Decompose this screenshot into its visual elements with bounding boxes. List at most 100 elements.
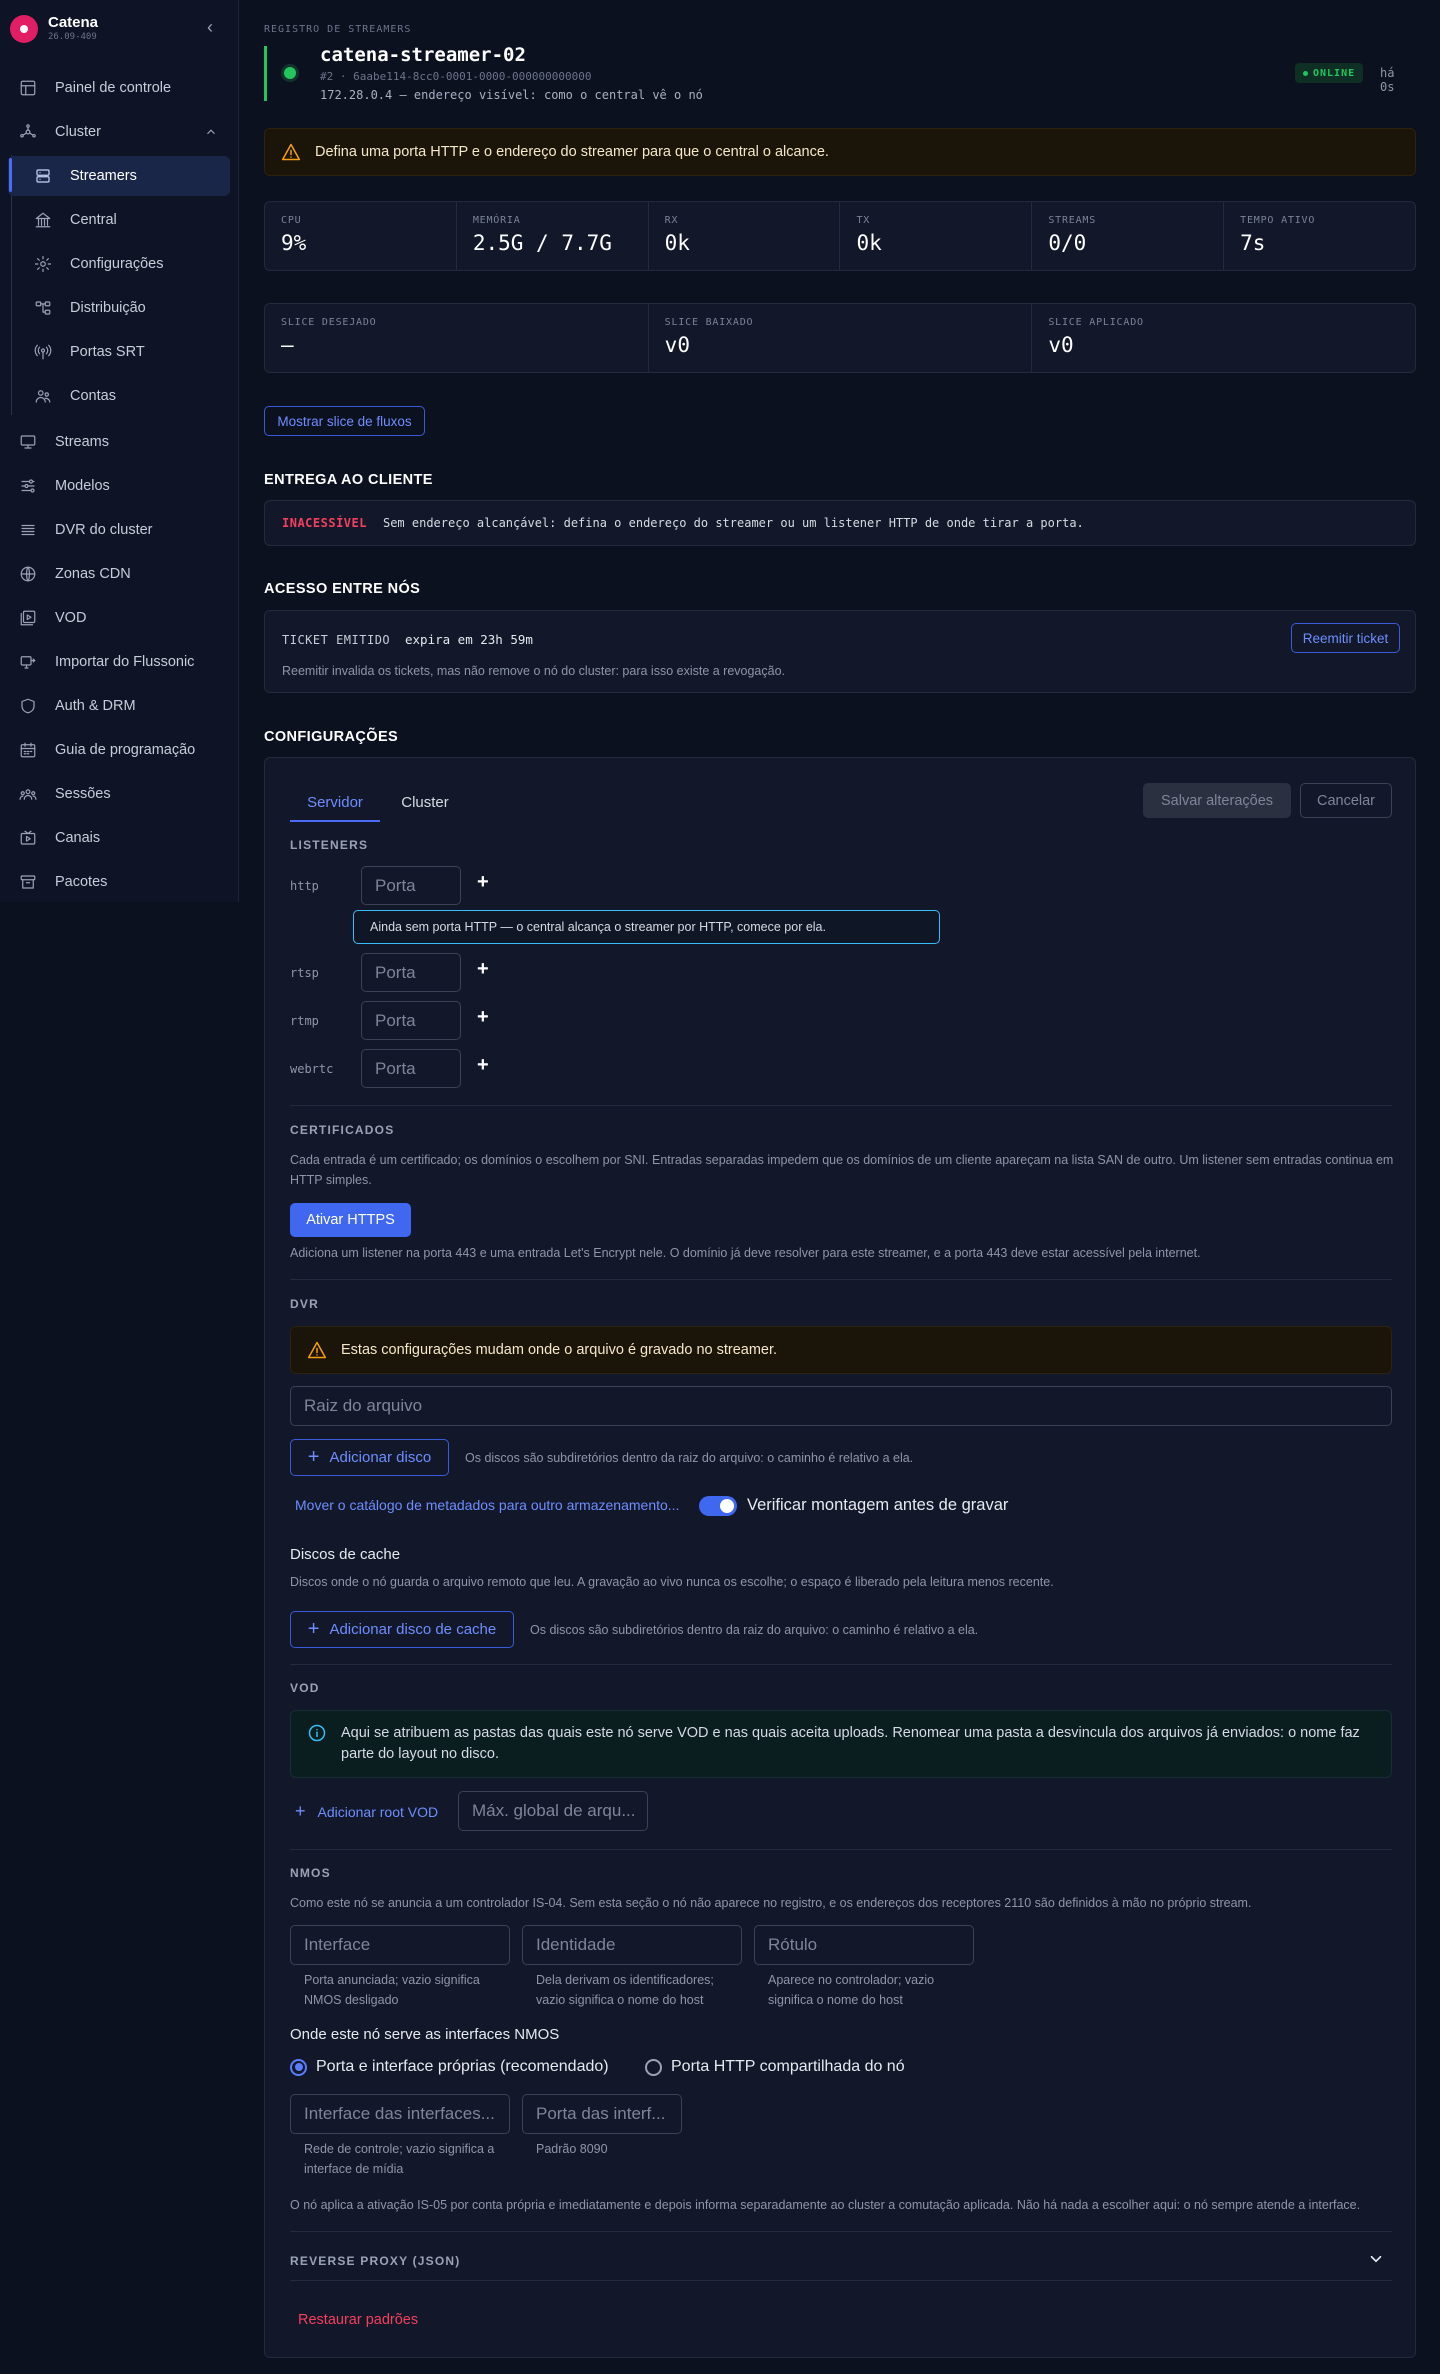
nav-distribuicao[interactable]: Distribuição [8, 288, 230, 328]
nmos-interface-input[interactable]: Interface [290, 1925, 510, 1965]
listener-http-label: http [290, 879, 319, 893]
nmos-title: NMOS [290, 1866, 331, 1880]
nav-label: Cluster [55, 124, 101, 140]
users-icon [19, 785, 37, 803]
slice-value: v0 [664, 333, 690, 357]
rtmp-port-input[interactable]: Porta [361, 1001, 461, 1040]
stat-label: STREAMS [1048, 215, 1097, 226]
import-icon [19, 653, 37, 671]
stat-label: CPU [281, 215, 302, 226]
nav-label: Canais [55, 830, 101, 846]
nav-label: Painel de controle [55, 80, 172, 96]
access-title: ACESSO ENTRE NÓS [264, 581, 421, 597]
nav-label: Portas SRT [70, 344, 145, 360]
show-slice-button[interactable]: Mostrar slice de fluxos [264, 406, 425, 436]
nmos-serve-title: Onde este nó serve as interfaces NMOS [290, 2026, 560, 2043]
nav-auth[interactable]: Auth & DRM [8, 686, 230, 726]
building-icon [34, 211, 52, 229]
nav-streamers[interactable]: Streamers [8, 156, 230, 196]
webrtc-port-input[interactable]: Porta [361, 1049, 461, 1088]
reverse-proxy-title[interactable]: REVERSE PROXY (JSON) [290, 2254, 460, 2268]
dvr-warning-text: Estas configurações mudam onde o arquivo… [341, 1342, 778, 1358]
channel-icon [19, 829, 37, 847]
nav-canais[interactable]: Canais [8, 818, 230, 858]
add-http-port-icon[interactable]: + [477, 871, 489, 894]
nav-cluster[interactable]: Cluster [8, 112, 230, 152]
nav-modelos[interactable]: Modelos [8, 466, 230, 506]
divider [290, 1105, 1392, 1106]
add-disk-label: Adicionar disco [329, 1449, 432, 1466]
divider [290, 2231, 1392, 2232]
add-vod-root-label: Adicionar root VOD [317, 1803, 439, 1820]
save-button[interactable]: Salvar alterações [1143, 783, 1291, 818]
archive-root-input[interactable]: Raiz do arquivo [290, 1386, 1392, 1426]
delivery-card: INACESSÍVEL Sem endereço alcançável: def… [264, 500, 1416, 546]
brand[interactable]: Catena 26.09-409 [10, 12, 98, 46]
vod-info-text: Aqui se atribuem as pastas das quais est… [341, 1725, 1360, 1762]
radio-shared-port[interactable]: Porta HTTP compartilhada do nó [645, 2058, 905, 2076]
stat-rx: RX 0k [649, 202, 841, 270]
nav-label: Pacotes [55, 874, 108, 890]
nav-vod[interactable]: VOD [8, 598, 230, 638]
page-eyebrow: REGISTRO DE STREAMERS [264, 24, 412, 35]
nav-streams[interactable]: Streams [8, 422, 230, 462]
listener-webrtc-label: webrtc [290, 1062, 334, 1076]
chevron-down-icon[interactable] [1367, 2250, 1385, 2268]
nav-label: Streamers [70, 168, 137, 184]
tab-servidor[interactable]: Servidor [290, 790, 380, 822]
cancel-button[interactable]: Cancelar [1300, 783, 1392, 818]
nav-sessoes[interactable]: Sessões [8, 774, 230, 814]
add-rtmp-port-icon[interactable]: + [477, 1006, 489, 1029]
tab-cluster[interactable]: Cluster [380, 790, 470, 822]
nav-portas-srt[interactable]: Portas SRT [8, 332, 230, 372]
warning-icon [307, 1341, 327, 1359]
nav-pacotes[interactable]: Pacotes [8, 862, 230, 902]
add-rtsp-port-icon[interactable]: + [477, 958, 489, 981]
add-disk-button[interactable]: + Adicionar disco [290, 1439, 449, 1476]
sidebar: Catena 26.09-409 ‹ Painel de controle Cl… [0, 0, 239, 902]
reissue-ticket-button[interactable]: Reemitir ticket [1291, 623, 1400, 653]
nmos-iface-input[interactable]: Interface das interfaces... [290, 2094, 510, 2134]
nmos-interface-help: Porta anunciada; vazio significa NMOS de… [304, 1973, 480, 2007]
status-badge-text: ONLINE [1313, 67, 1356, 79]
nav-central[interactable]: Central [8, 200, 230, 240]
stat-value: 9% [281, 231, 307, 255]
restore-defaults-button[interactable]: Restaurar padrões [298, 2312, 418, 2328]
add-cache-disk-button[interactable]: + Adicionar disco de cache [290, 1611, 514, 1648]
nmos-port-input[interactable]: Porta das interf... [522, 2094, 682, 2134]
rtsp-port-input[interactable]: Porta [361, 953, 461, 992]
verify-mount-toggle[interactable] [699, 1496, 737, 1516]
nav-configuracoes[interactable]: Configurações [8, 244, 230, 284]
nav-dvr[interactable]: DVR do cluster [8, 510, 230, 550]
collapse-sidebar-icon[interactable]: ‹ [200, 18, 220, 38]
nav-contas[interactable]: Contas [8, 376, 230, 416]
warning-text: Defina uma porta HTTP e o endereço do st… [315, 144, 829, 160]
nmos-identity-input[interactable]: Identidade [522, 1925, 742, 1965]
slice-value: — [281, 333, 294, 357]
nav-cdn[interactable]: Zonas CDN [8, 554, 230, 594]
nmos-label-input[interactable]: Rótulo [754, 1925, 974, 1965]
vod-max-input[interactable]: Máx. global de arqu... [458, 1791, 648, 1831]
nav-dashboard[interactable]: Painel de controle [8, 68, 230, 108]
brand-name: Catena [48, 14, 99, 31]
nav-label: Streams [55, 434, 109, 450]
delivery-message: Sem endereço alcançável: defina o endere… [382, 516, 1084, 530]
vod-info-box: Aqui se atribuem as pastas das quais est… [290, 1710, 1392, 1778]
radio-own-port[interactable]: Porta e interface próprias (recomendado) [290, 2058, 609, 2076]
disk-note: Os discos são subdiretórios dentro da ra… [465, 1451, 914, 1465]
radio-selected-icon [290, 2058, 307, 2076]
add-vod-root-button[interactable]: + Adicionar root VOD [295, 1801, 438, 1822]
nav-label: Guia de programação [55, 742, 196, 758]
stat-value: 0k [664, 231, 690, 255]
nav-label: DVR do cluster [55, 522, 153, 538]
nav-guia[interactable]: Guia de programação [8, 730, 230, 770]
nav-label: Importar do Flussonic [55, 654, 195, 670]
nav-flussonic[interactable]: Importar do Flussonic [8, 642, 230, 682]
add-webrtc-port-icon[interactable]: + [477, 1054, 489, 1077]
enable-https-button[interactable]: Ativar HTTPS [290, 1203, 411, 1237]
move-catalog-link[interactable]: Mover o catálogo de metadados para outro… [295, 1497, 679, 1513]
stat-value: 2.5G / 7.7G [472, 231, 612, 255]
info-icon [308, 1724, 326, 1742]
monitor-icon [19, 433, 37, 451]
http-port-input[interactable]: Porta [361, 866, 461, 905]
